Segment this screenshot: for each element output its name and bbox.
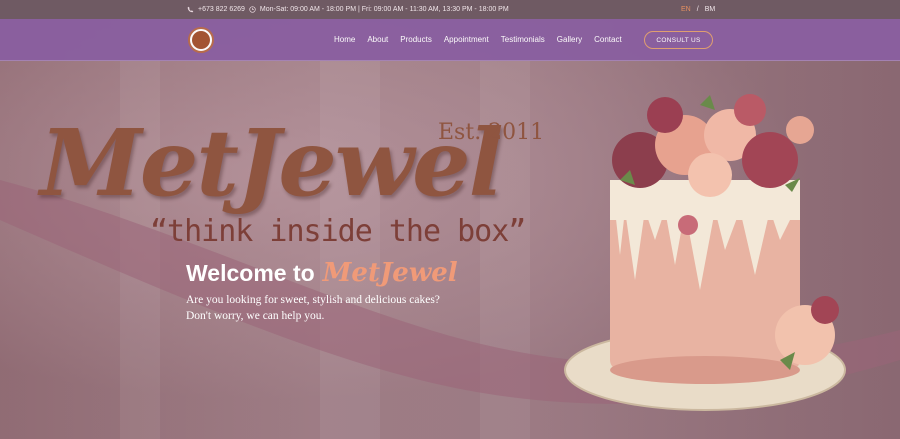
opening-hours: Mon-Sat: 09:00 AM - 18:00 PM | Fri: 09:0… [259, 6, 509, 13]
contact-info: +673 822 6269 Mon-Sat: 09:00 AM - 18:00 … [187, 6, 509, 13]
nav-menu: Home About Products Appointment Testimon… [334, 35, 634, 44]
phone-number[interactable]: +673 822 6269 [198, 6, 245, 13]
nav-item-testimonials[interactable]: Testimonials [501, 35, 545, 44]
lang-separator: / [696, 6, 699, 13]
hero-subtext-line1: Are you looking for sweet, stylish and d… [186, 294, 440, 306]
phone-icon [187, 6, 194, 13]
nav-item-products[interactable]: Products [400, 35, 432, 44]
hero-tagline: “think inside the box” [150, 214, 526, 249]
lang-en-link[interactable]: EN [681, 6, 691, 13]
hero-subtext-line2: Don't worry, we can help you. [186, 310, 325, 322]
nav-item-gallery[interactable]: Gallery [557, 35, 582, 44]
site-logo[interactable] [188, 27, 214, 53]
nav-item-about[interactable]: About [367, 35, 388, 44]
clock-icon [249, 6, 256, 13]
lang-bm-link[interactable]: BM [705, 6, 716, 13]
nav-item-home[interactable]: Home [334, 35, 355, 44]
nav-item-appointment[interactable]: Appointment [444, 35, 489, 44]
welcome-heading: Welcome to MetJewel [186, 258, 458, 288]
hero-subtext: Are you looking for sweet, stylish and d… [186, 292, 440, 324]
welcome-brand: MetJewel [322, 258, 458, 288]
established-year: Est. 2011 [438, 120, 545, 145]
top-info-bar: +673 822 6269 Mon-Sat: 09:00 AM - 18:00 … [0, 0, 900, 19]
nav-item-contact[interactable]: Contact [594, 35, 622, 44]
language-switcher: EN / BM [681, 6, 715, 13]
consult-us-button[interactable]: CONSULT US [644, 31, 713, 49]
main-navbar: Home About Products Appointment Testimon… [0, 19, 900, 61]
logo-emblem [192, 31, 210, 49]
cake-image [564, 94, 846, 411]
welcome-prefix: Welcome to [186, 260, 315, 286]
